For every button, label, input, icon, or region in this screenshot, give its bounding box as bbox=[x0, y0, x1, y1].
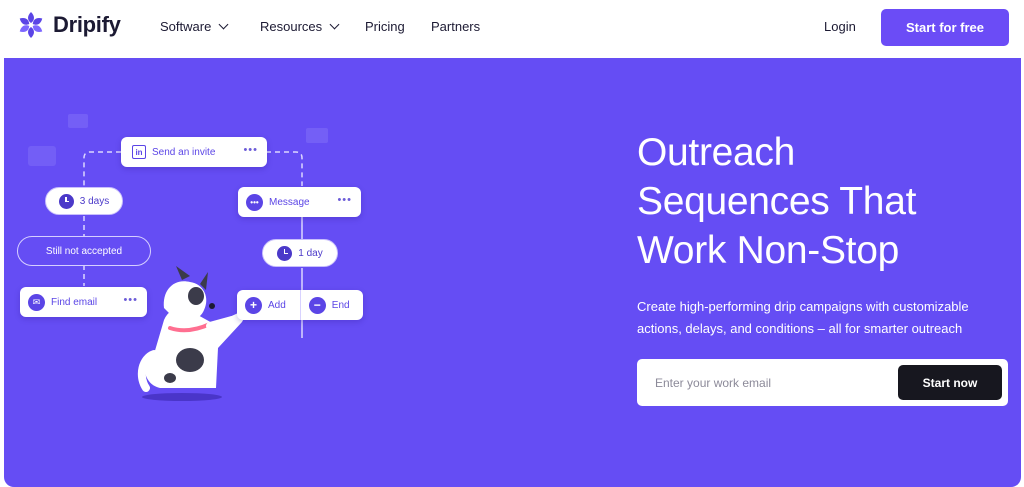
condition-still-not-accepted: Still not accepted bbox=[17, 236, 151, 266]
nav-software[interactable]: Software bbox=[160, 19, 229, 34]
workflow-illustration: in Send an invite ••• 3 days Still not a… bbox=[4, 58, 404, 487]
add-end-card: + Add − End bbox=[237, 290, 363, 320]
end-label: End bbox=[331, 299, 350, 311]
clock-icon bbox=[58, 193, 74, 209]
chevron-down-icon bbox=[329, 19, 340, 30]
condition-label: Still not accepted bbox=[45, 245, 123, 257]
hero-subtitle: Create high-performing drip campaigns wi… bbox=[637, 299, 969, 336]
workflow-connectors bbox=[28, 114, 328, 401]
headline-line-3: Work Non-Stop bbox=[637, 229, 899, 272]
nav-software-label: Software bbox=[160, 19, 212, 34]
nav-resources-label: Resources bbox=[260, 19, 323, 34]
message-card: ••• Message ••• bbox=[238, 187, 361, 217]
login-link[interactable]: Login bbox=[824, 19, 856, 34]
headline-line-2: Sequences That bbox=[637, 180, 917, 223]
more-icon: ••• bbox=[243, 144, 258, 156]
start-now-button[interactable]: Start now bbox=[898, 365, 1002, 400]
hero-section: in Send an invite ••• 3 days Still not a… bbox=[4, 58, 1021, 487]
nav-partners-label: Partners bbox=[431, 19, 481, 34]
email-signup-form: Start now bbox=[637, 359, 1008, 406]
message-icon: ••• bbox=[246, 193, 263, 211]
nav-pricing-label: Pricing bbox=[365, 19, 405, 34]
message-label: Message bbox=[269, 196, 310, 208]
chevron-down-icon bbox=[218, 19, 229, 30]
find-email-label: Find email bbox=[51, 296, 98, 308]
linkedin-icon: in bbox=[132, 145, 146, 159]
brand-logo[interactable]: Dripify bbox=[16, 10, 121, 40]
minus-icon: − bbox=[308, 296, 326, 314]
start-for-free-button[interactable]: Start for free bbox=[881, 9, 1009, 46]
work-email-input[interactable] bbox=[647, 367, 897, 398]
send-invite-card: in Send an invite ••• bbox=[121, 137, 267, 167]
top-nav: Dripify Software Resources Pricing Partn… bbox=[0, 0, 1024, 56]
send-invite-label: Send an invite bbox=[152, 146, 216, 158]
delay-3-days: 3 days bbox=[45, 187, 123, 215]
dripify-logo-icon bbox=[19, 12, 43, 38]
nav-pricing[interactable]: Pricing bbox=[365, 19, 405, 34]
add-label: Add bbox=[268, 299, 286, 311]
nav-resources[interactable]: Resources bbox=[260, 19, 340, 34]
more-icon: ••• bbox=[337, 194, 352, 206]
hero-headline: Outreach Sequences That Work Non-Stop bbox=[637, 128, 1007, 275]
find-email-card: ✉ Find email ••• bbox=[20, 287, 147, 317]
dog-mascot bbox=[137, 266, 244, 401]
plus-icon: + bbox=[245, 296, 262, 314]
mail-icon: ✉ bbox=[28, 293, 45, 311]
brand-name: Dripify bbox=[53, 12, 121, 37]
nav-partners[interactable]: Partners bbox=[431, 19, 480, 34]
delay-1-day: 1 day bbox=[262, 239, 338, 267]
headline-line-1: Outreach bbox=[637, 131, 796, 174]
delay-3-days-label: 3 days bbox=[79, 195, 110, 207]
more-icon: ••• bbox=[123, 294, 138, 306]
delay-1-day-label: 1 day bbox=[298, 247, 323, 259]
clock-icon bbox=[277, 245, 293, 261]
divider bbox=[299, 290, 301, 320]
